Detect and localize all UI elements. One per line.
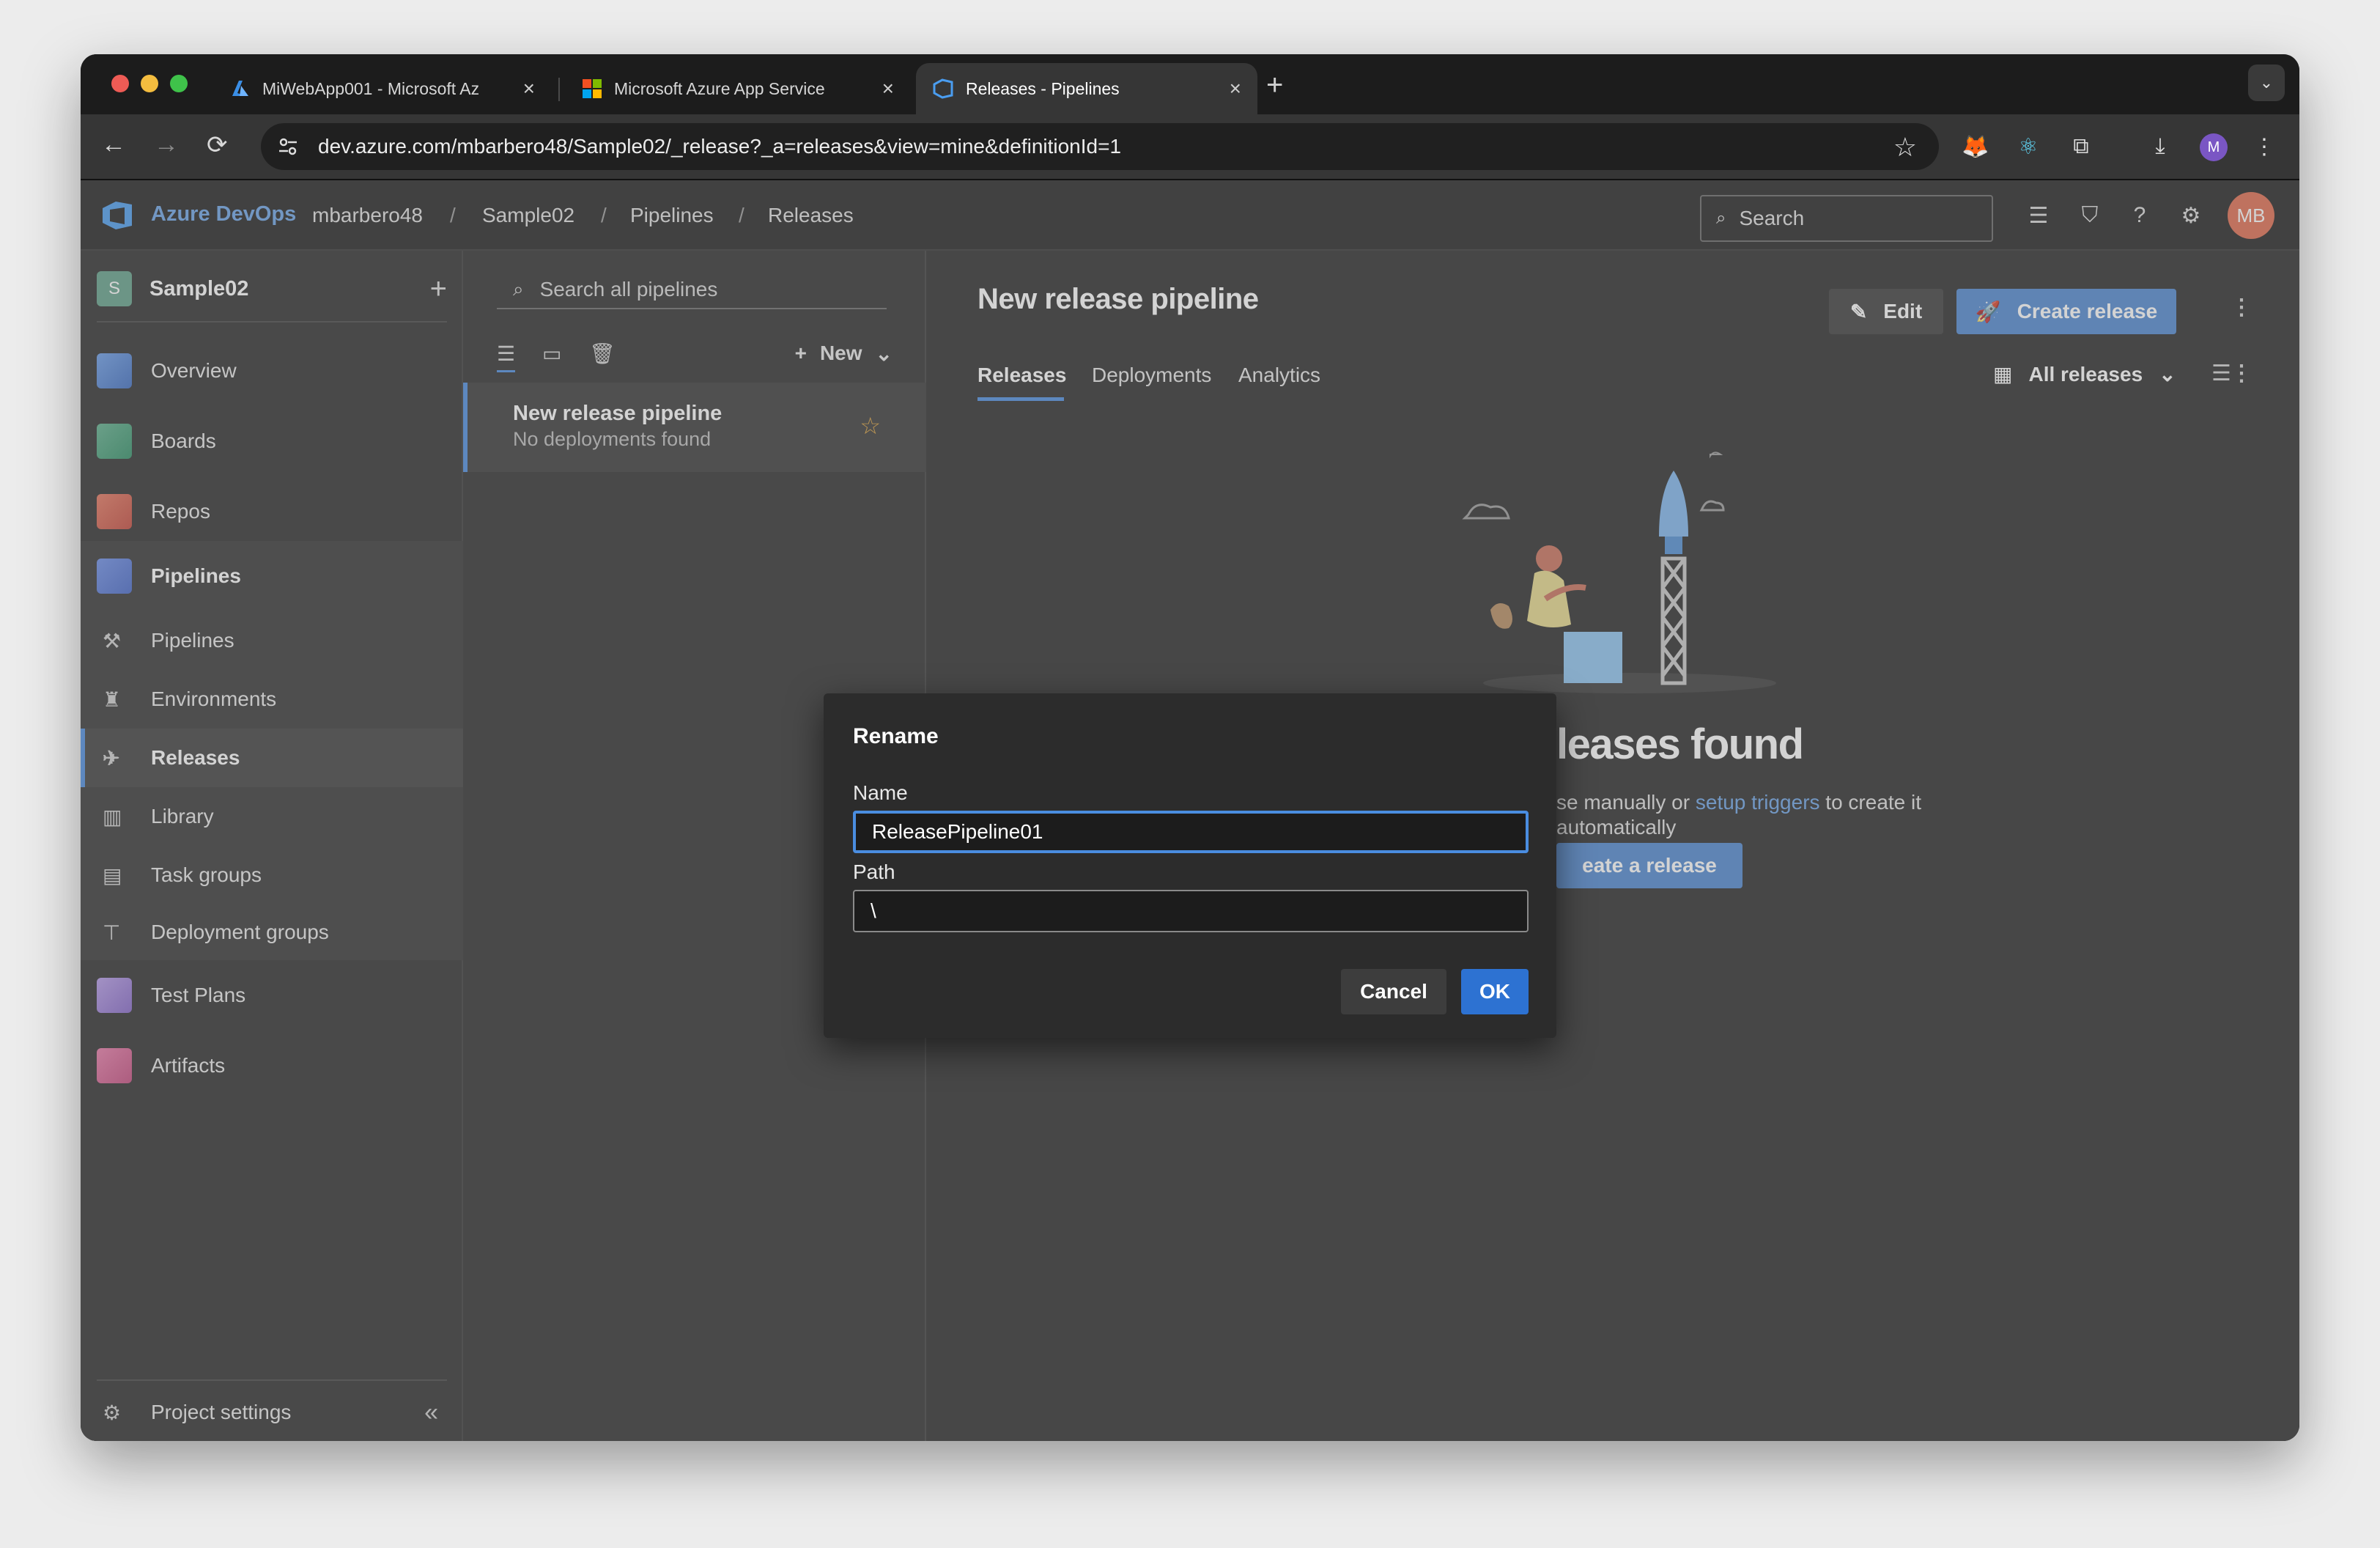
- browser-window: MiWebApp001 - Microsoft Az × Microsoft A…: [81, 54, 2299, 1441]
- name-input[interactable]: [853, 811, 1529, 853]
- back-arrow-icon[interactable]: ←: [101, 130, 126, 159]
- forward-arrow-icon[interactable]: →: [154, 130, 179, 159]
- ok-button[interactable]: OK: [1461, 969, 1529, 1014]
- zoom-window-button[interactable]: [170, 75, 188, 92]
- address-bar[interactable]: dev.azure.com/mbarbero48/Sample02/_relea…: [261, 123, 1939, 170]
- microsoft-icon: [583, 79, 602, 98]
- path-field-label: Path: [853, 860, 895, 883]
- react-devtools-extension-icon[interactable]: ⚛: [2014, 132, 2043, 161]
- url-text: dev.azure.com/mbarbero48/Sample02/_relea…: [318, 135, 1122, 158]
- browser-tab-strip: MiWebApp001 - Microsoft Az × Microsoft A…: [81, 54, 2299, 114]
- bookmark-star-icon[interactable]: ☆: [1893, 132, 1917, 163]
- azure-icon: [232, 81, 248, 96]
- new-tab-button[interactable]: +: [1266, 69, 1283, 102]
- metamask-extension-icon[interactable]: 🦊: [1961, 132, 1990, 161]
- download-icon[interactable]: ⤓: [2146, 132, 2175, 161]
- close-tab-icon[interactable]: ×: [1230, 77, 1241, 100]
- browser-tab-2[interactable]: Microsoft Azure App Service ×: [566, 63, 910, 114]
- browser-profile-avatar[interactable]: M: [2200, 133, 2228, 161]
- site-settings-icon[interactable]: [277, 136, 299, 158]
- extensions-puzzle-icon[interactable]: ⧉: [2066, 132, 2096, 161]
- tab-title: Releases - Pipelines: [966, 78, 1120, 98]
- browser-toolbar: ← → ⟳ dev.azure.com/mbarbero48/Sample02/…: [81, 114, 2299, 180]
- close-tab-icon[interactable]: ×: [882, 77, 894, 100]
- tab-title: Microsoft Azure App Service: [614, 78, 825, 98]
- browser-tab-3-active[interactable]: Releases - Pipelines ×: [916, 63, 1257, 114]
- tab-separator: [558, 78, 560, 101]
- tab-title: MiWebApp001 - Microsoft Az: [262, 78, 480, 98]
- azure-devops-app: Azure DevOps mbarbero48 / Sample02 / Pip…: [81, 180, 2299, 1441]
- reload-icon[interactable]: ⟳: [207, 130, 228, 160]
- minimize-window-button[interactable]: [141, 75, 158, 92]
- browser-tab-1[interactable]: MiWebApp001 - Microsoft Az ×: [214, 63, 551, 114]
- close-window-button[interactable]: [111, 75, 129, 92]
- azure-devops-icon: [933, 78, 953, 99]
- dialog-title: Rename: [853, 724, 939, 748]
- tab-search-chevron-icon[interactable]: ⌄: [2248, 64, 2285, 101]
- name-field-label: Name: [853, 781, 908, 804]
- rename-dialog: Rename Name Path Cancel OK: [824, 693, 1556, 1038]
- close-tab-icon[interactable]: ×: [523, 77, 535, 100]
- cancel-button[interactable]: Cancel: [1341, 969, 1446, 1014]
- path-input[interactable]: [853, 890, 1529, 932]
- browser-menu-icon[interactable]: ⋮: [2250, 132, 2279, 161]
